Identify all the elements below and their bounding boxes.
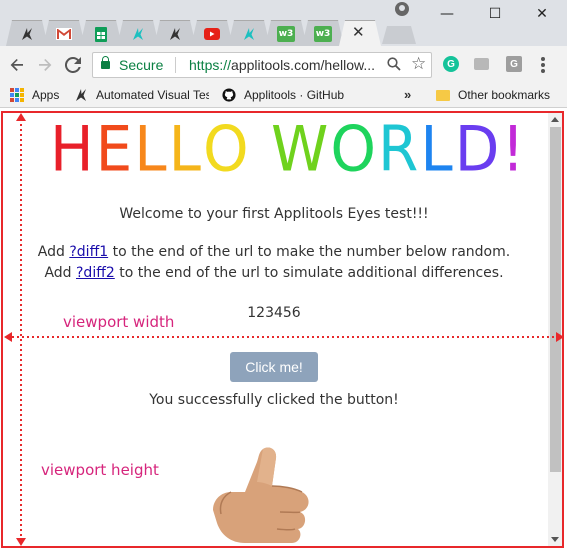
success-message: You successfully clicked the button! bbox=[149, 392, 399, 408]
browser-tab[interactable] bbox=[6, 20, 48, 46]
apps-grid-icon bbox=[10, 88, 24, 102]
hello-letter: ! bbox=[501, 112, 527, 186]
lock-icon bbox=[101, 56, 110, 69]
bookmark-other-bookmarks[interactable]: Other bookmarks bbox=[436, 88, 550, 102]
scroll-up-arrow[interactable] bbox=[551, 117, 559, 122]
bookmark-label: Applitools · GitHub bbox=[244, 88, 345, 102]
url-scheme: https:// bbox=[189, 57, 232, 73]
w3schools-icon: w3 bbox=[314, 26, 332, 42]
profile-icon[interactable] bbox=[395, 2, 409, 16]
hello-letter: E bbox=[95, 112, 135, 186]
applitools-icon bbox=[74, 88, 88, 102]
close-window-button[interactable]: ✕ bbox=[522, 2, 562, 26]
diff2-pre-text: Add bbox=[44, 265, 76, 281]
diff1-instruction: Add ?diff1 to the end of the url to make… bbox=[0, 244, 548, 260]
click-me-button[interactable]: Click me! bbox=[230, 352, 318, 382]
w3schools-icon: w3 bbox=[277, 26, 295, 42]
address-bar[interactable]: Secure https://applitools.com/hellow... … bbox=[92, 52, 432, 78]
other-bookmarks-label: Other bookmarks bbox=[458, 88, 551, 102]
browser-tab[interactable] bbox=[43, 20, 85, 46]
thumbs-up-image bbox=[213, 447, 309, 543]
grammarly-icon[interactable]: G bbox=[443, 56, 459, 72]
applitools-icon bbox=[19, 26, 35, 42]
applitools-teal-icon bbox=[130, 26, 146, 42]
page-viewport: HELLO WORLD! Welcome to your first Appli… bbox=[0, 109, 567, 550]
applitools-icon bbox=[167, 26, 183, 42]
hello-letter: R bbox=[378, 112, 421, 186]
bookmark-star-icon[interactable]: ☆ bbox=[411, 54, 426, 74]
bookmark-automated-visual-testing[interactable]: Automated Visual Tes bbox=[74, 88, 209, 102]
browser-toolbar: Secure https://applitools.com/hellow... … bbox=[0, 46, 567, 84]
new-tab-button[interactable] bbox=[382, 26, 416, 44]
hello-letter: O bbox=[330, 112, 379, 186]
hello-letter: W bbox=[271, 112, 331, 186]
welcome-text: Welcome to your first Applitools Eyes te… bbox=[119, 206, 429, 222]
minimize-button[interactable]: — bbox=[427, 2, 467, 26]
hello-letter: H bbox=[50, 112, 96, 186]
more-bookmarks-chevron[interactable]: » bbox=[404, 87, 411, 102]
height-arrow bbox=[16, 113, 26, 546]
g-extension-icon[interactable]: G bbox=[506, 56, 522, 72]
forward-button[interactable] bbox=[34, 54, 56, 76]
hello-letter: D bbox=[454, 112, 502, 186]
browser-tab[interactable] bbox=[154, 20, 196, 46]
forward-arrow-icon bbox=[39, 59, 52, 71]
bookmarks-bar: Apps Automated Visual Tes Applitools · G… bbox=[0, 84, 567, 108]
reload-icon bbox=[65, 57, 81, 73]
chrome-menu-icon[interactable] bbox=[541, 57, 545, 73]
back-arrow-icon bbox=[10, 59, 23, 71]
diff1-post-text: to the end of the url to make the number… bbox=[108, 244, 511, 260]
browser-tab[interactable] bbox=[117, 20, 159, 46]
url-host-path: applitools.com/hellow... bbox=[231, 57, 375, 73]
browser-tab[interactable]: ✕ bbox=[339, 20, 381, 46]
diff2-post-text: to the end of the url to simulate additi… bbox=[114, 265, 504, 281]
hello-letter: O bbox=[202, 112, 251, 186]
bookmark-label: Automated Visual Tes bbox=[96, 88, 209, 102]
bookmark-apps[interactable]: Apps bbox=[10, 88, 59, 102]
scroll-thumb[interactable] bbox=[550, 127, 561, 472]
zoom-icon[interactable] bbox=[387, 57, 401, 74]
github-icon bbox=[222, 88, 236, 102]
browser-title-bar: w3 w3 ✕ — ☐ ✕ bbox=[0, 0, 567, 46]
youtube-icon bbox=[204, 26, 220, 42]
back-button[interactable] bbox=[6, 54, 28, 76]
viewport-width-label: viewport width bbox=[63, 313, 175, 331]
width-arrow bbox=[4, 332, 564, 342]
gmail-icon bbox=[56, 26, 72, 42]
close-icon[interactable]: ✕ bbox=[352, 23, 365, 41]
hello-letter: L bbox=[134, 112, 169, 186]
secure-label: Secure bbox=[119, 57, 164, 73]
scroll-down-arrow[interactable] bbox=[551, 537, 559, 542]
browser-tab[interactable]: w3 bbox=[302, 20, 344, 46]
chat-icon[interactable] bbox=[474, 58, 489, 70]
viewport-height-label: viewport height bbox=[41, 461, 159, 479]
hello-letter: L bbox=[420, 112, 455, 186]
bookmark-applitools-github[interactable]: Applitools · GitHub bbox=[222, 88, 344, 102]
browser-tab[interactable] bbox=[191, 20, 233, 46]
browser-tab[interactable] bbox=[228, 20, 270, 46]
omnibox-divider bbox=[175, 57, 176, 73]
browser-tab[interactable]: w3 bbox=[265, 20, 307, 46]
sheets-icon bbox=[93, 26, 109, 42]
hello-world-heading: HELLO WORLD! bbox=[50, 112, 527, 185]
diff2-link[interactable]: ?diff2 bbox=[76, 265, 115, 281]
hello-letter bbox=[251, 112, 271, 185]
folder-icon bbox=[436, 89, 450, 101]
hello-letter: L bbox=[168, 112, 203, 186]
diff1-pre-text: Add bbox=[37, 244, 70, 260]
browser-tab[interactable] bbox=[80, 20, 122, 46]
reload-button[interactable] bbox=[62, 54, 84, 76]
maximize-button[interactable]: ☐ bbox=[475, 2, 515, 26]
applitools-teal-icon bbox=[241, 26, 257, 42]
bookmark-apps-label: Apps bbox=[32, 88, 60, 102]
diff1-link[interactable]: ?diff1 bbox=[69, 244, 108, 260]
diff2-instruction: Add ?diff2 to the end of the url to simu… bbox=[0, 265, 548, 281]
url-text[interactable]: https://applitools.com/hellow... bbox=[189, 57, 389, 73]
vertical-scrollbar[interactable] bbox=[548, 113, 563, 546]
